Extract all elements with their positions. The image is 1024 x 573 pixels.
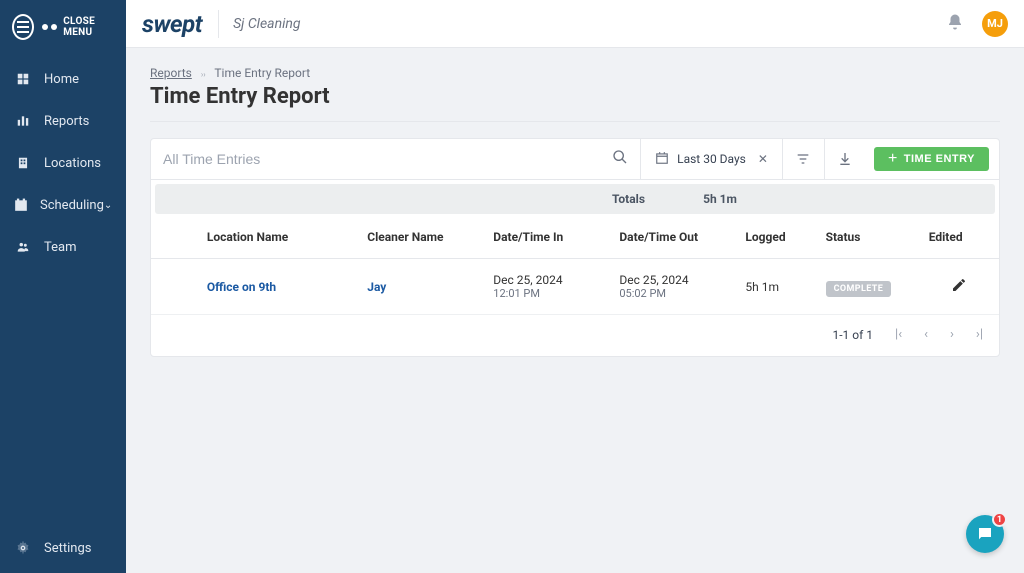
- col-edited: Edited: [919, 214, 999, 259]
- divider: [218, 10, 219, 38]
- page-next-button[interactable]: ›: [950, 327, 954, 342]
- sidebar-item-home[interactable]: Home: [0, 58, 126, 100]
- chevron-down-icon: ⌄: [104, 200, 112, 211]
- sidebar: CLOSE MENU Home Reports Locations Schedu…: [0, 0, 126, 573]
- pagination-label: 1-1 of 1: [833, 328, 874, 342]
- sidebar-header: CLOSE MENU: [0, 0, 126, 54]
- breadcrumb: Reports ›› Time Entry Report: [150, 66, 1000, 80]
- chat-badge: 1: [992, 512, 1007, 527]
- report-card: Last 30 Days ✕ + TIME ENTRY Totals 5h 1m: [150, 138, 1000, 357]
- pagination: 1-1 of 1 |‹ ‹ › ›|: [151, 315, 999, 356]
- close-menu-label: CLOSE MENU: [63, 16, 116, 38]
- time-entries-table: Location Name Cleaner Name Date/Time In …: [151, 214, 999, 315]
- main: swept Sj Cleaning MJ Reports ›› Time Ent…: [126, 0, 1024, 573]
- table-row: Office on 9th Jay Dec 25, 2024 12:01 PM …: [151, 259, 999, 315]
- menu-toggle-button[interactable]: [12, 14, 34, 40]
- page-prev-button[interactable]: ‹: [924, 327, 928, 342]
- home-icon: [14, 70, 32, 88]
- col-dt-in: Date/Time In: [483, 214, 609, 259]
- sidebar-item-label: Settings: [44, 541, 91, 556]
- plus-icon: +: [888, 150, 898, 168]
- page-title: Time Entry Report: [150, 84, 1000, 122]
- sidebar-item-label: Locations: [44, 156, 101, 171]
- date-range-filter[interactable]: Last 30 Days ✕: [640, 139, 782, 179]
- page-first-button[interactable]: |‹: [895, 327, 902, 342]
- topbar: swept Sj Cleaning MJ: [126, 0, 1024, 48]
- totals-logged: 5h 1m: [665, 192, 775, 206]
- status-badge: COMPLETE: [826, 281, 892, 297]
- edit-button[interactable]: [919, 259, 999, 315]
- filter-button[interactable]: [782, 139, 824, 179]
- col-status: Status: [816, 214, 919, 259]
- content: Reports ›› Time Entry Report Time Entry …: [126, 48, 1024, 573]
- search-icon[interactable]: [612, 149, 628, 169]
- calendar-icon: [655, 151, 669, 168]
- totals-label: Totals: [155, 192, 665, 206]
- location-link[interactable]: Office on 9th: [197, 259, 357, 315]
- clear-date-icon[interactable]: ✕: [758, 152, 768, 166]
- date-range-label: Last 30 Days: [677, 152, 746, 166]
- search-input[interactable]: [163, 151, 612, 167]
- col-location: Location Name: [197, 214, 357, 259]
- cleaner-link[interactable]: Jay: [357, 259, 483, 315]
- col-logged: Logged: [735, 214, 815, 259]
- new-time-entry-button[interactable]: + TIME ENTRY: [874, 147, 989, 171]
- sidebar-item-locations[interactable]: Locations: [0, 142, 126, 184]
- notifications-button[interactable]: [946, 13, 964, 35]
- account-name: Sj Cleaning: [233, 16, 300, 32]
- filter-row: Last 30 Days ✕ + TIME ENTRY: [151, 139, 999, 180]
- logged-cell: 5h 1m: [735, 259, 815, 315]
- nav: Home Reports Locations Scheduling ⌄ Te: [0, 54, 126, 573]
- breadcrumb-root[interactable]: Reports: [150, 66, 192, 80]
- locations-icon: [14, 154, 32, 172]
- primary-btn-label: TIME ENTRY: [904, 153, 975, 165]
- sidebar-item-label: Scheduling: [40, 198, 104, 213]
- col-dt-out: Date/Time Out: [609, 214, 735, 259]
- status-cell: COMPLETE: [816, 259, 919, 315]
- search-cell: [151, 139, 640, 179]
- chat-button[interactable]: 1: [966, 515, 1004, 553]
- breadcrumb-sep: ››: [201, 70, 206, 79]
- sidebar-item-label: Team: [44, 240, 77, 255]
- brand-logo: swept: [142, 10, 202, 38]
- indicator-dots: [42, 24, 57, 30]
- avatar[interactable]: MJ: [982, 11, 1008, 37]
- calendar-icon: [14, 196, 28, 214]
- dt-out-cell: Dec 25, 2024 05:02 PM: [609, 259, 735, 315]
- sidebar-item-label: Home: [44, 72, 79, 87]
- gear-icon: [14, 539, 32, 557]
- table-header-row: Location Name Cleaner Name Date/Time In …: [151, 214, 999, 259]
- sidebar-item-scheduling[interactable]: Scheduling ⌄: [0, 184, 126, 226]
- reports-icon: [14, 112, 32, 130]
- download-button[interactable]: [824, 139, 866, 179]
- team-icon: [14, 238, 32, 256]
- sidebar-item-settings[interactable]: Settings: [0, 527, 126, 573]
- sidebar-item-reports[interactable]: Reports: [0, 100, 126, 142]
- page-last-button[interactable]: ›|: [976, 327, 983, 342]
- dt-in-cell: Dec 25, 2024 12:01 PM: [483, 259, 609, 315]
- totals-row: Totals 5h 1m: [155, 184, 995, 214]
- sidebar-item-team[interactable]: Team: [0, 226, 126, 268]
- sidebar-item-label: Reports: [44, 114, 89, 129]
- col-cleaner: Cleaner Name: [357, 214, 483, 259]
- breadcrumb-current: Time Entry Report: [214, 66, 310, 80]
